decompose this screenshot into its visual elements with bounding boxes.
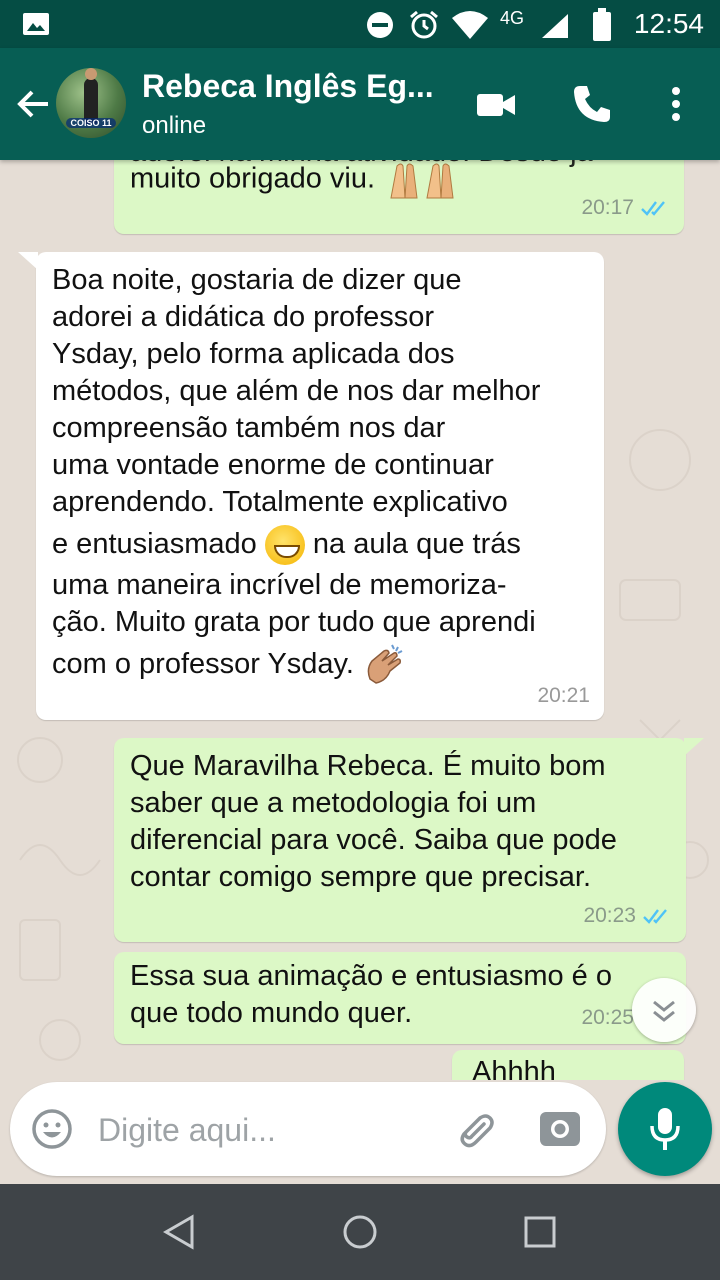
message-line: diferencial para você. Saiba que pode — [130, 824, 617, 856]
message-time: 20:25 — [581, 1006, 634, 1029]
message-line: saber que a metodologia foi um — [130, 787, 537, 819]
dnd-icon — [367, 12, 393, 38]
message-line: Ysday, pelo forma aplicada dos — [52, 338, 455, 370]
recents-nav-icon[interactable] — [522, 1214, 558, 1250]
wifi-icon — [452, 11, 488, 39]
video-call-icon[interactable] — [474, 82, 518, 126]
message-bubble-outgoing[interactable]: Ahhhh — [452, 1050, 684, 1080]
message-meta: 20:23 — [583, 897, 672, 934]
message-line: métodos, que além de nos dar melhor — [52, 375, 541, 407]
message-text: e entusiasmado — [52, 528, 257, 560]
mic-icon — [650, 1108, 680, 1150]
battery-icon — [593, 8, 611, 41]
read-ticks-icon — [641, 200, 665, 216]
bubble-tail — [18, 252, 38, 270]
message-line: compreensão também nos dar — [52, 412, 446, 444]
scroll-to-bottom-button[interactable] — [632, 978, 696, 1042]
message-line: Essa sua animação e entusiasmo é o — [130, 960, 612, 992]
message-text: muito obrigado viu. — [130, 162, 376, 195]
emoji-icon[interactable] — [30, 1107, 74, 1151]
message-line: Ahhhh — [472, 1056, 556, 1080]
message-input[interactable] — [96, 1106, 440, 1154]
status-bar: 4G 12:54 — [0, 0, 720, 48]
chat-scroll-area[interactable]: adorei na minha atividade. Desde já muit… — [0, 160, 720, 1080]
message-meta: 20:17 — [581, 189, 670, 226]
message-line: adorei a didática do professor — [52, 301, 435, 333]
message-line: contar comigo sempre que precisar. — [130, 861, 591, 893]
message-text: com o professor Ysday. — [52, 648, 354, 680]
message-line: muito obrigado viu. — [130, 160, 461, 200]
network-type: 4G — [500, 8, 525, 28]
message-time: 20:23 — [583, 904, 636, 927]
message-bubble-outgoing[interactable]: Que Maravilha Rebeca. É muito bom saber … — [114, 738, 704, 942]
more-vert-icon[interactable] — [654, 82, 698, 126]
attach-icon[interactable] — [450, 1106, 498, 1154]
system-nav-bar — [0, 1184, 720, 1280]
clap-emoji-icon — [367, 644, 403, 685]
chevron-down-icon — [653, 1000, 675, 1022]
image-notification-icon — [23, 13, 49, 35]
read-ticks-icon — [643, 908, 667, 924]
message-line: uma vontade enorme de continuar — [52, 449, 494, 481]
message-line: ção. Muito grata por tudo que aprendi — [52, 606, 536, 638]
message-meta: 20:21 — [537, 677, 590, 714]
message-composer — [10, 1082, 606, 1176]
back-arrow-icon[interactable] — [12, 82, 56, 126]
message-line: com o professor Ysday. — [52, 641, 592, 687]
pray-emoji-icon — [390, 163, 454, 199]
home-nav-icon[interactable] — [340, 1212, 380, 1252]
phone-icon[interactable] — [570, 82, 614, 126]
message-line: aprendendo. Totalmente explicativo — [52, 486, 508, 518]
back-nav-icon[interactable] — [160, 1214, 200, 1250]
message-bubble-incoming[interactable]: Boa noite, gostaria de dizer que adorei … — [18, 252, 604, 720]
contact-name[interactable]: Rebeca Inglês Eg... — [142, 68, 452, 105]
chat-header: COISO 11 Rebeca Inglês Eg... online — [0, 48, 720, 160]
message-line: uma maneira incrível de memoriza- — [52, 569, 507, 601]
alarm-icon — [410, 10, 438, 39]
avatar[interactable]: COISO 11 — [56, 68, 126, 138]
message-time: 20:17 — [581, 196, 634, 219]
avatar-badge: COISO 11 — [66, 118, 116, 128]
message-line: e entusiasmado na aula que trás — [52, 521, 592, 567]
message-time: 20:21 — [537, 684, 590, 707]
status-time: 12:54 — [633, 8, 704, 39]
grin-emoji-icon — [264, 525, 305, 566]
bubble-tail — [684, 738, 704, 756]
message-line: Boa noite, gostaria de dizer que — [52, 264, 462, 296]
voice-message-button[interactable] — [618, 1082, 712, 1176]
message-line: Que Maravilha Rebeca. É muito bom — [130, 750, 606, 782]
message-bubble-outgoing[interactable]: adorei na minha atividade. Desde já muit… — [114, 160, 684, 234]
contact-status: online — [142, 112, 207, 139]
signal-icon — [542, 14, 568, 38]
message-bubble-outgoing[interactable]: Essa sua animação e entusiasmo é o que t… — [114, 952, 686, 1044]
camera-icon[interactable] — [538, 1108, 582, 1150]
message-meta: 20:25 — [581, 999, 634, 1036]
message-text: na aula que trás — [312, 528, 521, 560]
